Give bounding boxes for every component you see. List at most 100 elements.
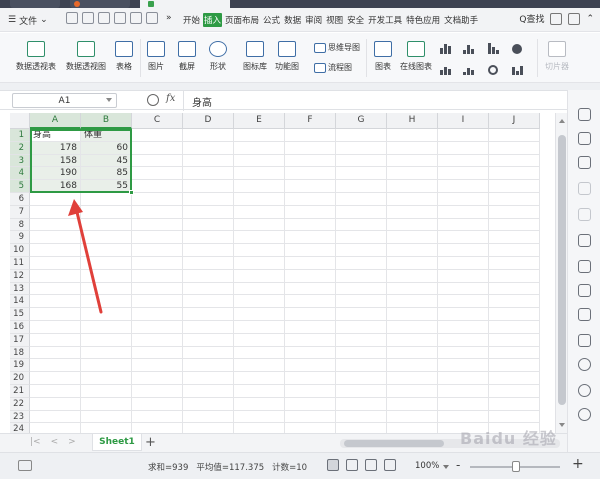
cell-d16[interactable] xyxy=(183,320,234,334)
cell-b21[interactable] xyxy=(81,384,132,398)
cell-d22[interactable] xyxy=(183,397,234,411)
column-header-i[interactable]: I xyxy=(438,113,489,129)
cell-a2[interactable]: 178 xyxy=(30,141,81,155)
cell-e23[interactable] xyxy=(234,410,285,424)
spreadsheet-grid[interactable]: A B C D E F G H I J 1 身高 体重 2 178 60 3 158 45 4 19… xyxy=(10,113,555,433)
cell-i3[interactable] xyxy=(438,154,489,168)
picture-button[interactable]: 图片 xyxy=(147,41,165,72)
cell-b8[interactable] xyxy=(81,218,132,232)
share-icon[interactable] xyxy=(578,308,591,321)
cell-h17[interactable] xyxy=(387,333,438,347)
cell-c21[interactable] xyxy=(132,384,183,398)
scroll-thumb[interactable] xyxy=(558,135,566,405)
cell-b3[interactable]: 45 xyxy=(81,154,132,168)
cell-j18[interactable] xyxy=(489,346,540,360)
search-button[interactable]: Q查找 xyxy=(519,12,544,25)
column-chart-icon[interactable] xyxy=(440,42,454,54)
cell-f3[interactable] xyxy=(285,154,336,168)
cell-f6[interactable] xyxy=(285,192,336,206)
cell-e5[interactable] xyxy=(234,180,285,193)
cell-g10[interactable] xyxy=(336,244,387,257)
page-break-view-icon[interactable] xyxy=(346,459,358,471)
cell-j22[interactable] xyxy=(489,397,540,411)
cell-a21[interactable] xyxy=(30,384,81,398)
help-icon[interactable] xyxy=(568,12,581,25)
table-style-icon[interactable] xyxy=(578,156,591,169)
cell-e11[interactable] xyxy=(234,256,285,270)
cell-c2[interactable] xyxy=(132,141,183,155)
cell-a13[interactable] xyxy=(30,282,81,296)
cell-c11[interactable] xyxy=(132,256,183,270)
cell-e4[interactable] xyxy=(234,167,285,181)
cell-c12[interactable] xyxy=(132,269,183,283)
cell-e6[interactable] xyxy=(234,192,285,206)
pie-chart-icon[interactable] xyxy=(512,42,526,54)
row-header[interactable]: 1 xyxy=(10,129,30,142)
cell-f13[interactable] xyxy=(285,282,336,296)
cell-f16[interactable] xyxy=(285,320,336,334)
column-header-b[interactable]: B xyxy=(81,113,132,129)
tab-security[interactable]: 安全 xyxy=(346,13,365,27)
row-header[interactable]: 9 xyxy=(10,231,30,245)
formula-input[interactable]: 身高 xyxy=(192,94,212,109)
cell-i5[interactable] xyxy=(438,180,489,193)
name-box[interactable]: A1 xyxy=(12,93,117,108)
row-header[interactable]: 21 xyxy=(10,384,30,398)
column-header-a[interactable]: A xyxy=(30,113,81,129)
cell-i9[interactable] xyxy=(438,231,489,245)
more-icon[interactable]: » xyxy=(166,13,172,23)
cell-g21[interactable] xyxy=(336,384,387,398)
cell-b10[interactable] xyxy=(81,244,132,257)
cell-i13[interactable] xyxy=(438,282,489,296)
cell-i17[interactable] xyxy=(438,333,489,347)
cell-j16[interactable] xyxy=(489,320,540,334)
cell-d11[interactable] xyxy=(183,256,234,270)
cell-g24[interactable] xyxy=(336,423,387,433)
cell-f11[interactable] xyxy=(285,256,336,270)
cell-d3[interactable] xyxy=(183,154,234,168)
cell-g6[interactable] xyxy=(336,192,387,206)
cell-c20[interactable] xyxy=(132,372,183,385)
cell-h20[interactable] xyxy=(387,372,438,385)
cell-h5[interactable] xyxy=(387,180,438,193)
shapes-panel-icon[interactable] xyxy=(578,132,591,145)
cell-f19[interactable] xyxy=(285,359,336,373)
history-icon[interactable] xyxy=(578,384,591,397)
cell-h21[interactable] xyxy=(387,384,438,398)
cell-e1[interactable] xyxy=(234,129,285,142)
cell-a24[interactable] xyxy=(30,423,81,433)
cell-h18[interactable] xyxy=(387,346,438,360)
sheet-tab-sheet1[interactable]: Sheet1 xyxy=(92,434,142,451)
cell-j5[interactable] xyxy=(489,180,540,193)
cell-d12[interactable] xyxy=(183,269,234,283)
fx-icon[interactable]: fx xyxy=(166,93,175,104)
cell-i1[interactable] xyxy=(438,129,489,142)
cell-g20[interactable] xyxy=(336,372,387,385)
cell-j13[interactable] xyxy=(489,282,540,296)
tab-review[interactable]: 审阅 xyxy=(304,13,323,27)
export-pdf-icon[interactable] xyxy=(82,12,94,24)
scroll-up-icon[interactable] xyxy=(559,119,565,123)
row-header[interactable]: 12 xyxy=(10,269,30,283)
cell-e21[interactable] xyxy=(234,384,285,398)
cell-a4[interactable]: 190 xyxy=(30,167,81,181)
cell-f10[interactable] xyxy=(285,244,336,257)
cell-d13[interactable] xyxy=(183,282,234,296)
cell-e9[interactable] xyxy=(234,231,285,245)
cell-b13[interactable] xyxy=(81,282,132,296)
cell-h22[interactable] xyxy=(387,397,438,411)
cell-i20[interactable] xyxy=(438,372,489,385)
cell-e10[interactable] xyxy=(234,244,285,257)
online-chart-button[interactable]: 在线图表 xyxy=(400,41,432,72)
cell-a6[interactable] xyxy=(30,192,81,206)
cell-j23[interactable] xyxy=(489,410,540,424)
cell-h8[interactable] xyxy=(387,218,438,232)
row-header[interactable]: 24 xyxy=(10,423,30,433)
column-header-d[interactable]: D xyxy=(183,113,234,129)
row-header[interactable]: 5 xyxy=(10,180,30,193)
cell-i19[interactable] xyxy=(438,359,489,373)
cell-f9[interactable] xyxy=(285,231,336,245)
cell-a14[interactable] xyxy=(30,295,81,309)
cell-j1[interactable] xyxy=(489,129,540,142)
row-header[interactable]: 15 xyxy=(10,308,30,321)
